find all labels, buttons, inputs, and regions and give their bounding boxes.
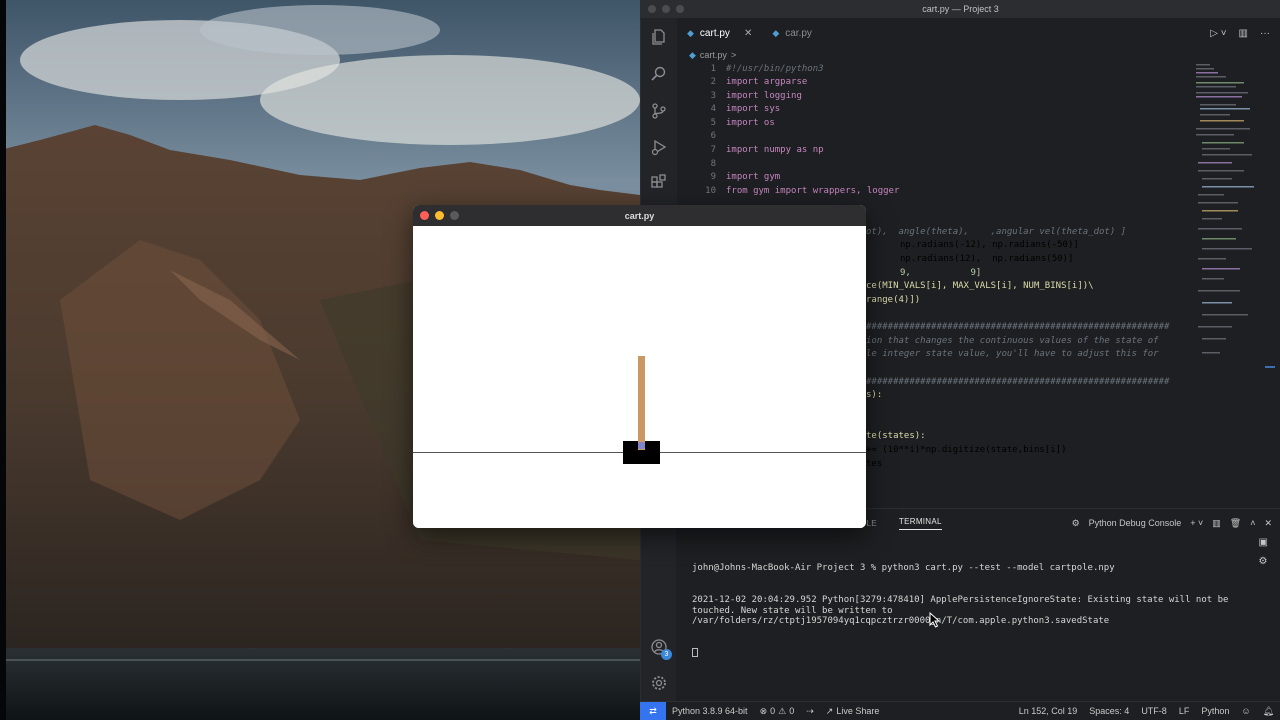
terminal-shell-icon[interactable]: ▣ xyxy=(1259,537,1268,548)
line-ending[interactable]: LF xyxy=(1173,706,1196,716)
python-file-icon: ◆ xyxy=(772,27,780,38)
python-file-icon: ◆ xyxy=(689,49,696,60)
desktop-edge xyxy=(0,0,6,720)
cartpole-canvas xyxy=(413,226,866,528)
axle xyxy=(638,442,645,449)
code-fragment: ########################################… xyxy=(866,322,1170,332)
editor-actions: ▷ ˅ ▥ ··· xyxy=(1210,28,1280,39)
code-fragment: s): xyxy=(866,390,883,400)
tab-label: cart.py xyxy=(699,27,730,39)
code-fragment: le integer state value, you'll have to a… xyxy=(866,349,1159,359)
source-control-icon[interactable] xyxy=(649,101,669,121)
scroll-position-marker xyxy=(1265,366,1275,368)
cartpole-window: cart.py xyxy=(413,205,866,528)
code-fragment: tes xyxy=(866,459,883,469)
terminal-output[interactable]: john@Johns-MacBook-Air Project 3 % pytho… xyxy=(692,542,1242,680)
code-fragment: np.radians(12), np.radians(50)] xyxy=(900,254,1074,264)
mouse-pointer-icon xyxy=(929,612,941,628)
breadcrumb-file[interactable]: cart.py xyxy=(700,50,727,60)
code-fragment: 9, 9] xyxy=(900,268,982,278)
problems-indicator[interactable]: ⊗ 0 ⚠ 0 xyxy=(754,706,801,717)
gear-icon: ⚙ xyxy=(1071,517,1080,528)
language-mode[interactable]: Python xyxy=(1195,706,1235,716)
terminal-line: john@Johns-MacBook-Air Project 3 % pytho… xyxy=(692,563,1115,574)
tab-label: car.py xyxy=(785,27,812,39)
minimap[interactable] xyxy=(1190,62,1262,507)
terminal-line: 2021-12-02 20:04:29.952 Python[3279:4784… xyxy=(692,594,1234,627)
notifications-bell-icon[interactable]: 🔔︎ xyxy=(1257,706,1280,717)
status-bar: ⇄ Python 3.8.9 64-bit ⊗ 0 ⚠ 0 ⇢ ↗ Live Shar… xyxy=(640,701,1280,720)
tab-cart-py[interactable]: ◆ cart.py ✕ xyxy=(677,18,762,48)
encoding[interactable]: UTF-8 xyxy=(1135,706,1173,716)
indentation[interactable]: Spaces: 4 xyxy=(1083,706,1135,716)
editor-tab-bar: ◆ cart.py ✕ ◆ car.py ▷ ˅ ▥ ··· xyxy=(677,18,1280,48)
window-title: cart.py — Project 3 xyxy=(922,4,999,14)
feedback-icon[interactable]: ☺ xyxy=(1235,706,1256,716)
sync-icon[interactable]: ⇢ xyxy=(800,706,820,717)
explorer-icon[interactable] xyxy=(649,27,669,47)
accounts-icon[interactable]: 3 xyxy=(649,637,672,660)
accounts-badge: 3 xyxy=(661,649,672,660)
code-fragment: ot), angle(theta), ,angular vel(theta_do… xyxy=(866,227,1127,237)
new-terminal-icon[interactable]: + ˅ xyxy=(1190,518,1203,528)
breadcrumb: ◆ cart.py > xyxy=(689,48,736,62)
python-interpreter[interactable]: Python 3.8.9 64-bit xyxy=(666,706,754,716)
more-icon[interactable]: ··· xyxy=(1260,28,1270,39)
tab-terminal[interactable]: TERMINAL xyxy=(898,517,942,530)
code-fragment: ce(MIN_VALS[i], MAX_VALS[i], NUM_BINS[i]… xyxy=(866,281,1094,291)
panel-actions: ⚙ Python Debug Console + ˅ ▥ 🗑 ˄ ✕ xyxy=(1072,509,1272,537)
code-fragment: np.radians(-12), np.radians(-50)] xyxy=(900,240,1079,250)
terminal-cursor xyxy=(692,647,698,657)
settings-gear-icon[interactable] xyxy=(649,673,669,693)
remote-indicator-icon[interactable]: ⇄ xyxy=(640,701,666,720)
extensions-icon[interactable] xyxy=(649,173,669,193)
breadcrumb-separator: > xyxy=(730,50,737,60)
live-share-button[interactable]: ↗ Live Share xyxy=(820,706,886,717)
run-debug-icon[interactable] xyxy=(649,137,669,157)
trash-icon[interactable]: 🗑 xyxy=(1230,518,1241,529)
code-fragment: te(states): xyxy=(866,431,926,441)
code-fragment: ion that changes the continuous values o… xyxy=(866,336,1159,346)
split-terminal-icon[interactable]: ▥ xyxy=(1212,518,1221,529)
python-file-icon: ◆ xyxy=(687,27,694,38)
run-icon[interactable]: ▷ ˅ xyxy=(1210,28,1226,39)
game-titlebar[interactable]: cart.py xyxy=(413,205,866,226)
pole xyxy=(638,356,645,450)
code-fragment: += (10**i)*np.digitize(state,bins[i]) xyxy=(866,445,1067,455)
game-window-title: cart.py xyxy=(624,210,655,221)
tab-car-py[interactable]: ◆ car.py xyxy=(762,18,822,48)
code-fragment: range(4)]) xyxy=(866,295,921,305)
split-editor-icon[interactable]: ▥ xyxy=(1239,28,1248,39)
cursor-position[interactable]: Ln 152, Col 19 xyxy=(1013,706,1084,716)
error-icon: ⊗ xyxy=(759,705,768,716)
maximize-panel-icon[interactable]: ˄ xyxy=(1250,518,1255,528)
warning-icon: ⚠ xyxy=(778,705,787,716)
debug-console-icon[interactable]: ⚙ xyxy=(1259,556,1268,567)
close-panel-icon[interactable]: ✕ xyxy=(1264,518,1272,529)
code-fragment: ########################################… xyxy=(866,377,1170,387)
editor-scrollbar[interactable] xyxy=(1265,62,1275,507)
launch-profile[interactable]: Python Debug Console xyxy=(1089,518,1182,528)
close-tab-icon[interactable]: ✕ xyxy=(744,28,752,39)
live-share-icon: ↗ xyxy=(825,705,834,716)
search-icon[interactable] xyxy=(649,64,669,84)
status-right: Ln 152, Col 19 Spaces: 4 UTF-8 LF Python… xyxy=(1013,706,1280,717)
vscode-titlebar: cart.py — Project 3 xyxy=(641,0,1280,18)
terminal-list: ▣ ⚙ xyxy=(1259,537,1268,567)
bottom-panel: OLE TERMINAL ⚙ Python Debug Console + ˅ … xyxy=(676,508,1280,701)
